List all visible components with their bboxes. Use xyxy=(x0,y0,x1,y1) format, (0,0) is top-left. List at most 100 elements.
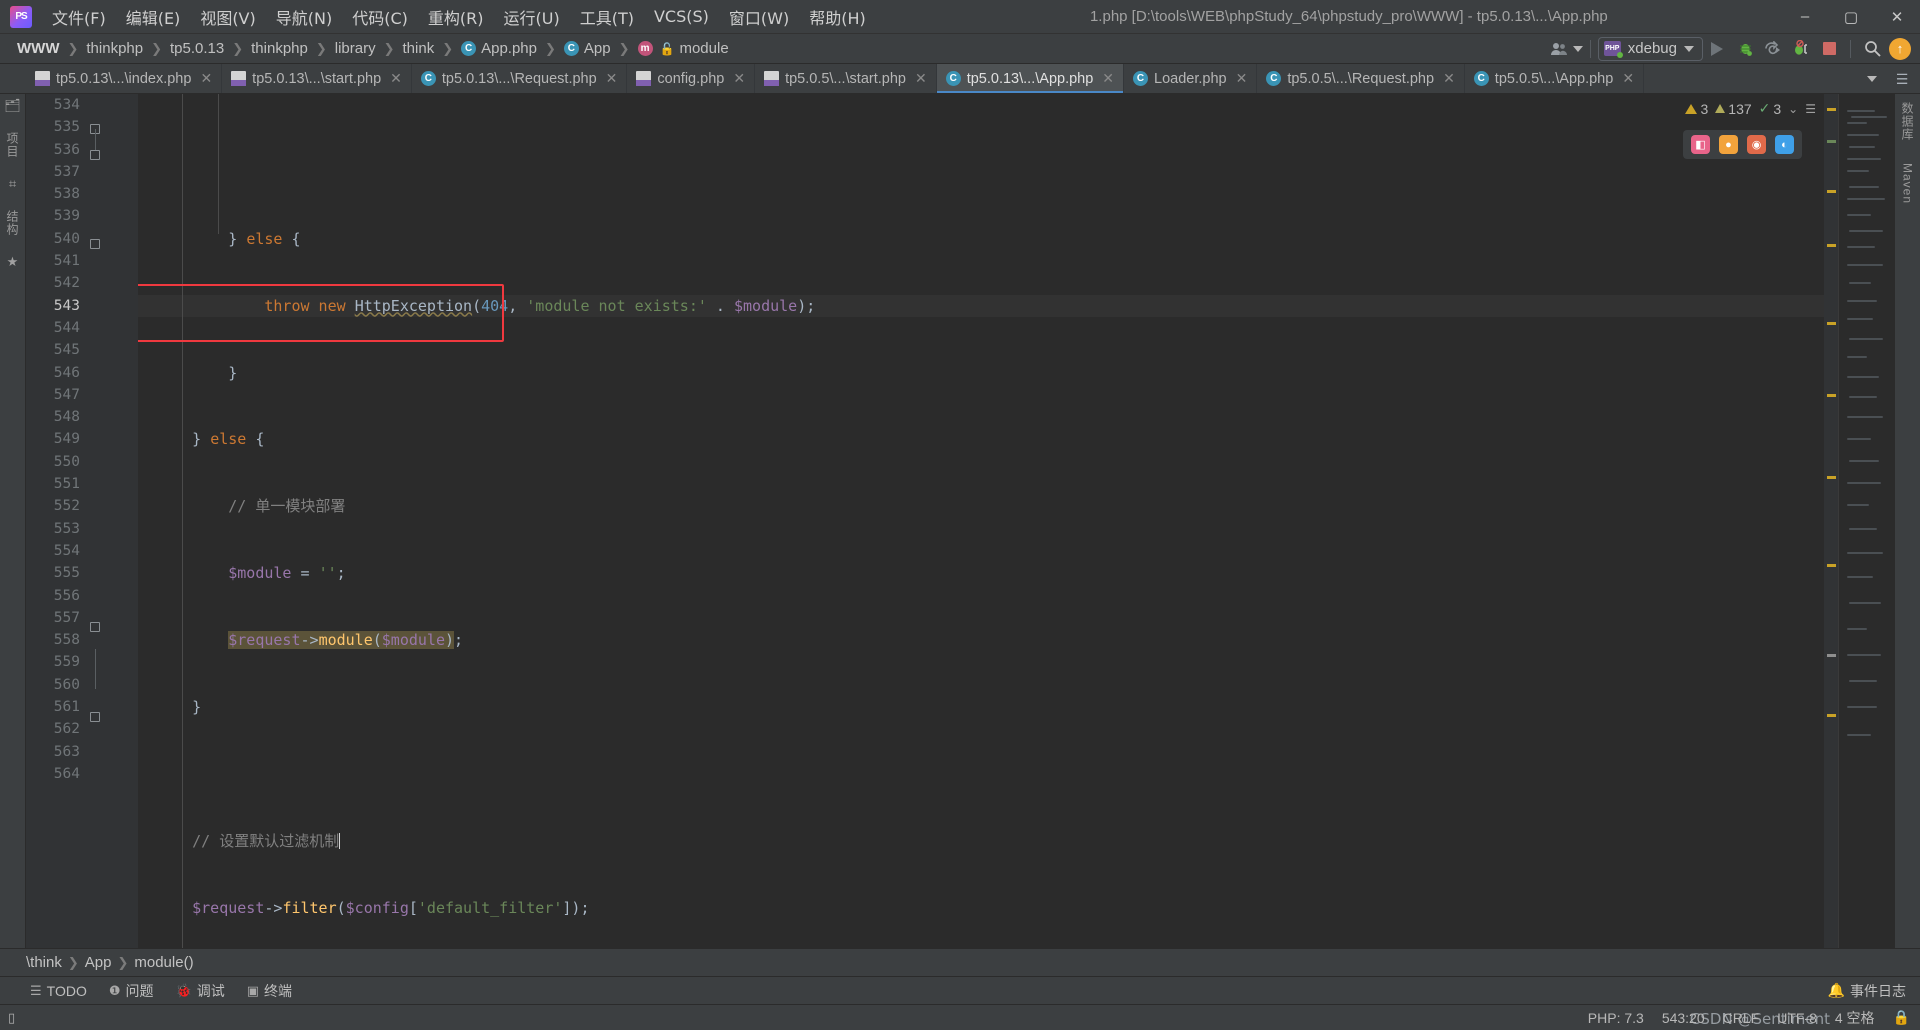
memory-indicator-icon[interactable]: ▯ xyxy=(8,1010,15,1026)
chevron-down-icon[interactable] xyxy=(1858,67,1886,91)
breadcrumb-item-module[interactable]: m 🔓 module xyxy=(635,39,732,58)
inspection-gutter[interactable] xyxy=(1824,94,1838,948)
menu-window[interactable]: 窗口(W) xyxy=(719,1,799,33)
sidebar-item-structure[interactable]: 结构 xyxy=(4,206,21,240)
editor-gutter[interactable]: 534 535 536 537 538 539 540 541 542 543 … xyxy=(26,94,138,948)
warning-marker[interactable] xyxy=(1827,564,1836,567)
project-panel-icon[interactable]: 🗂 xyxy=(4,98,21,114)
close-tab-icon[interactable]: ✕ xyxy=(733,70,745,87)
breadcrumb-item-www[interactable]: WWW xyxy=(14,39,62,58)
code-minimap[interactable] xyxy=(1838,94,1894,948)
menu-help[interactable]: 帮助(H) xyxy=(799,1,876,33)
warning-marker[interactable] xyxy=(1827,714,1836,717)
info-marker[interactable] xyxy=(1827,140,1836,143)
editor-tab-app-php[interactable]: C tp5.0.13\...\App.php ✕ xyxy=(936,64,1125,93)
stop-debug-icon[interactable] xyxy=(1787,37,1815,61)
editor-tab-request-php[interactable]: C tp5.0.13\...\Request.php ✕ xyxy=(412,64,628,93)
tool-window-debug[interactable]: 🐞 调试 xyxy=(176,981,225,1001)
favorites-panel-icon[interactable]: ★ xyxy=(7,254,19,270)
warning-count[interactable]: 137 xyxy=(1715,101,1752,117)
breadcrumb-bottom-method[interactable]: module() xyxy=(134,954,193,971)
menu-vcs[interactable]: VCS(S) xyxy=(644,3,719,30)
code-editor[interactable]: 534 535 536 537 538 539 540 541 542 543 … xyxy=(26,94,1894,948)
update-project-button[interactable]: ↑ xyxy=(1886,37,1914,61)
fold-marker[interactable] xyxy=(90,622,100,632)
close-tab-icon[interactable]: ✕ xyxy=(1443,70,1455,87)
breadcrumb-bottom-namespace[interactable]: \think xyxy=(26,954,62,971)
warning-marker[interactable] xyxy=(1827,476,1836,479)
chevron-down-icon[interactable] xyxy=(1572,45,1583,52)
warning-marker[interactable] xyxy=(1827,190,1836,193)
fold-marker[interactable] xyxy=(90,712,100,722)
close-tab-icon[interactable]: ✕ xyxy=(1622,70,1634,87)
breadcrumb-item-app[interactable]: C App xyxy=(561,39,614,58)
event-log-button[interactable]: 🔔 事件日志 xyxy=(1828,981,1906,1001)
editor-tab-start-php-505[interactable]: tp5.0.5\...\start.php ✕ xyxy=(755,64,937,93)
scroll-thumb[interactable] xyxy=(1827,654,1836,657)
warning-marker[interactable] xyxy=(1827,394,1836,397)
close-tab-icon[interactable]: ✕ xyxy=(390,70,402,87)
menu-edit[interactable]: 编辑(E) xyxy=(116,1,191,33)
menu-refactor[interactable]: 重构(R) xyxy=(418,1,494,33)
editor-tab-loader-php[interactable]: C Loader.php ✕ xyxy=(1124,64,1258,93)
browser-icon-default[interactable]: ◧ xyxy=(1691,135,1710,154)
status-php-version[interactable]: PHP: 7.3 xyxy=(1588,1010,1644,1026)
warning-marker[interactable] xyxy=(1827,244,1836,247)
editor-tab-index-php[interactable]: tp5.0.13\...\index.php ✕ xyxy=(26,64,223,93)
menu-file[interactable]: 文件(F) xyxy=(42,1,116,33)
minimize-button[interactable]: – xyxy=(1782,0,1828,34)
breadcrumb-item-appphp[interactable]: C App.php xyxy=(458,39,540,58)
status-encoding[interactable]: UTF-8 xyxy=(1777,1010,1817,1026)
status-indent[interactable]: 4 空格 xyxy=(1835,1008,1875,1028)
editor-text-area[interactable]: } else { throw new HttpException(404, 'm… xyxy=(138,94,1824,948)
editor-tab-start-php[interactable]: tp5.0.13\...\start.php ✕ xyxy=(222,64,412,93)
stop-button[interactable] xyxy=(1815,37,1843,61)
breadcrumb-item-think[interactable]: think xyxy=(400,39,438,58)
tab-list-icon[interactable]: ☰ xyxy=(1888,67,1916,91)
error-count[interactable]: 3 xyxy=(1685,101,1708,117)
tool-window-terminal[interactable]: ▣ 终端 xyxy=(247,981,292,1001)
close-tab-icon[interactable]: ✕ xyxy=(606,70,618,87)
tool-window-todo[interactable]: ☰ TODO xyxy=(30,983,87,999)
warning-marker[interactable] xyxy=(1827,322,1836,325)
breadcrumb-item-library[interactable]: library xyxy=(332,39,379,58)
warning-marker[interactable] xyxy=(1827,108,1836,111)
sidebar-item-database[interactable]: 数据库 xyxy=(1899,98,1916,145)
inspection-settings-icon[interactable]: ☰ xyxy=(1805,102,1816,116)
run-button[interactable] xyxy=(1703,37,1731,61)
editor-tab-request-php-505[interactable]: C tp5.0.5\...\Request.php ✕ xyxy=(1257,64,1465,93)
breadcrumb-item-thinkphp[interactable]: thinkphp xyxy=(83,39,146,58)
chevron-down-icon[interactable]: ⌄ xyxy=(1788,102,1798,116)
menu-navigate[interactable]: 导航(N) xyxy=(266,1,342,33)
sidebar-item-project[interactable]: 项目 xyxy=(4,128,21,162)
run-configuration-selector[interactable]: PHP xdebug xyxy=(1597,36,1703,61)
menu-run[interactable]: 运行(U) xyxy=(494,1,570,33)
user-group-icon[interactable] xyxy=(1545,37,1573,61)
run-with-coverage-button[interactable] xyxy=(1759,37,1787,61)
debug-button[interactable] xyxy=(1731,37,1759,61)
fold-marker[interactable] xyxy=(90,239,100,249)
search-icon[interactable] xyxy=(1858,37,1886,61)
breadcrumb-bottom-class[interactable]: App xyxy=(85,954,112,971)
menu-tools[interactable]: 工具(T) xyxy=(570,1,644,33)
close-tab-icon[interactable]: ✕ xyxy=(1236,70,1248,87)
close-tab-icon[interactable]: ✕ xyxy=(915,70,927,87)
status-line-separator[interactable]: CRLF xyxy=(1723,1010,1760,1026)
close-tab-icon[interactable]: ✕ xyxy=(1102,70,1114,87)
weak-warning-count[interactable]: ✓ 3 xyxy=(1759,100,1782,117)
fold-marker-end[interactable] xyxy=(90,150,100,160)
editor-tab-config-php[interactable]: config.php ✕ xyxy=(627,64,756,93)
sidebar-item-maven[interactable]: Maven xyxy=(1901,159,1915,208)
close-tab-icon[interactable]: ✕ xyxy=(200,70,212,87)
lock-icon[interactable]: 🔒 xyxy=(1893,1009,1910,1026)
status-caret-position[interactable]: 543:20 xyxy=(1662,1010,1705,1026)
breadcrumb-item-thinkphp2[interactable]: thinkphp xyxy=(248,39,311,58)
maximize-button[interactable]: ▢ xyxy=(1828,0,1874,34)
firefox-icon[interactable]: ◉ xyxy=(1747,135,1766,154)
close-button[interactable]: ✕ xyxy=(1874,0,1920,34)
editor-tab-app-php-505[interactable]: C tp5.0.5\...\App.php ✕ xyxy=(1465,64,1645,93)
edge-icon[interactable]: ◐ xyxy=(1775,135,1794,154)
chrome-icon[interactable]: ● xyxy=(1719,135,1738,154)
tool-window-problems[interactable]: ❶ 问题 xyxy=(109,981,154,1001)
inspection-status-widget[interactable]: 3 137 ✓ 3 ⌄ ☰ xyxy=(1685,100,1816,117)
